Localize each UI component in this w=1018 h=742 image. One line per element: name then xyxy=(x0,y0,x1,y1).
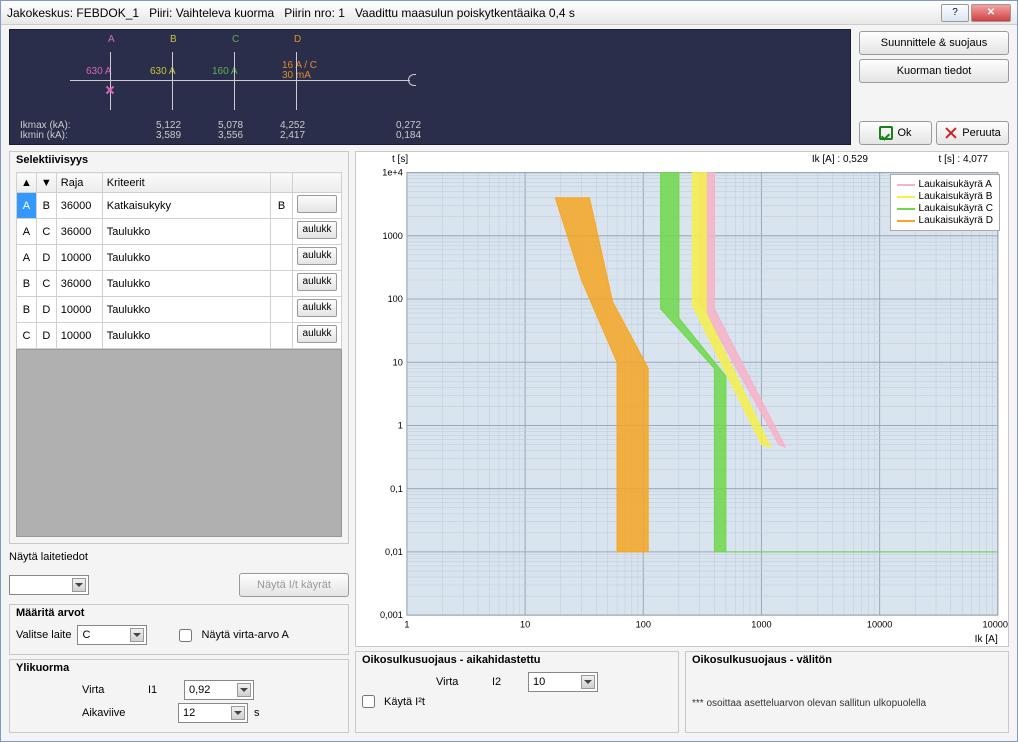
show-curves-button[interactable]: Näytä I/t käyrät xyxy=(239,573,349,597)
sc-delayed-title: Oikosulkusuojaus - aikahidastettu xyxy=(356,652,678,668)
delay-unit: s xyxy=(254,707,260,719)
design-button[interactable]: Suunnittele & suojaus xyxy=(859,31,1009,55)
device-select-small[interactable] xyxy=(9,575,89,595)
title-req: Vaadittu maasulun poiskytkentäaika 0,4 s xyxy=(355,6,575,20)
svg-text:0,01: 0,01 xyxy=(385,547,403,557)
table-row[interactable]: BC36000Taulukkoaulukk xyxy=(17,271,342,297)
cancel-button[interactable]: Peruuta xyxy=(936,121,1009,145)
table-row[interactable]: BD10000Taulukkoaulukk xyxy=(17,297,342,323)
ok-button[interactable]: Ok xyxy=(859,121,932,145)
help-button[interactable]: ? xyxy=(941,4,969,22)
table-row[interactable]: AC36000Taulukkoaulukk xyxy=(17,219,342,245)
delay-select[interactable]: 12 xyxy=(178,703,248,723)
svg-text:10000: 10000 xyxy=(867,619,892,629)
svg-text:100: 100 xyxy=(388,294,403,304)
chevron-down-icon xyxy=(130,628,144,642)
use-i2t-label: Käytä I²t xyxy=(384,696,425,708)
define-title: Määritä arvot xyxy=(10,605,348,621)
sc-instant-group: Oikosulkusuojaus - välitön *** osoittaa … xyxy=(685,651,1009,733)
title-dist: Jakokeskus: FEBDOK_1 xyxy=(7,6,139,20)
i2-label: I2 xyxy=(492,676,522,688)
sc-delayed-group: Oikosulkusuojaus - aikahidastettu Virta … xyxy=(355,651,679,733)
svg-text:1: 1 xyxy=(398,421,403,431)
select-device-label: Valitse laite xyxy=(16,629,71,641)
title-bar: Jakokeskus: FEBDOK_1 Piiri: Vaihteleva k… xyxy=(1,1,1017,25)
chart-cursor-t: t [s] : 4,077 xyxy=(939,154,988,165)
row-action-button[interactable]: aulukk xyxy=(297,221,337,239)
col-a[interactable]: ▲ xyxy=(17,173,37,193)
svg-text:0,1: 0,1 xyxy=(390,484,403,494)
chevron-down-icon xyxy=(72,578,86,592)
col-b[interactable]: ▼ xyxy=(36,173,56,193)
show-current-a-checkbox[interactable] xyxy=(179,629,192,642)
chevron-down-icon xyxy=(581,675,595,689)
check-icon xyxy=(879,126,893,140)
row-action-button[interactable]: aulukk xyxy=(297,299,337,317)
select-device[interactable]: C xyxy=(77,625,147,645)
load-info-button[interactable]: Kuorman tiedot xyxy=(859,59,1009,83)
table-row[interactable]: CD10000Taulukkoaulukk xyxy=(17,323,342,349)
svg-text:100000: 100000 xyxy=(983,619,1008,629)
show-current-a-label: Näytä virta-arvo A xyxy=(201,629,288,641)
selectivity-table: ▲ ▼ Raja Kriteerit AB36000KatkaisukykyBA… xyxy=(16,172,342,349)
virta-label: Virta xyxy=(82,684,142,696)
delay-label: Aikaviive xyxy=(82,707,172,719)
show-dev-label: Näytä laitetiedot xyxy=(9,551,88,563)
svg-text:10: 10 xyxy=(393,357,403,367)
row-action-button[interactable] xyxy=(297,195,337,213)
row-action-button[interactable]: aulukk xyxy=(297,273,337,291)
circuit-diagram: A 630 A .sA::before,.sA::after{backgroun… xyxy=(9,29,851,145)
trip-curve-chart[interactable]: t [s] Ik [A] : 0,529 t [s] : 4,077 11010… xyxy=(355,151,1009,647)
sc-instant-note: *** osoittaa asetteluarvon olevan sallit… xyxy=(692,698,1002,709)
use-i2t-checkbox[interactable] xyxy=(362,695,375,708)
title-cnum: Piirin nro: 1 xyxy=(284,6,345,20)
sc-virta-label: Virta xyxy=(436,676,486,688)
svg-text:1: 1 xyxy=(404,619,409,629)
col-criteria[interactable]: Kriteerit xyxy=(102,173,270,193)
overload-title: Ylikuorma xyxy=(10,660,348,676)
row-action-button[interactable]: aulukk xyxy=(297,325,337,343)
table-empty-area xyxy=(16,349,342,537)
app-window: Jakokeskus: FEBDOK_1 Piiri: Vaihteleva k… xyxy=(0,0,1018,742)
col-limit[interactable]: Raja xyxy=(56,173,102,193)
chart-ylabel: t [s] xyxy=(392,154,408,165)
i1-select[interactable]: 0,92 xyxy=(184,680,254,700)
chevron-down-icon xyxy=(237,683,251,697)
chart-legend: Laukaisukäyrä A Laukaisukäyrä B Laukaisu… xyxy=(890,174,1000,231)
svg-text:0,001: 0,001 xyxy=(380,610,403,620)
selectivity-title: Selektiivisyys xyxy=(10,152,348,168)
row-action-button[interactable]: aulukk xyxy=(297,247,337,265)
table-row[interactable]: AB36000KatkaisukykyB xyxy=(17,193,342,219)
chevron-down-icon xyxy=(231,706,245,720)
svg-text:1000: 1000 xyxy=(751,619,771,629)
svg-text:Ik [A]: Ik [A] xyxy=(975,634,998,645)
svg-text:100: 100 xyxy=(636,619,651,629)
close-button[interactable]: ✕ xyxy=(971,4,1011,22)
chart-cursor-ik: Ik [A] : 0,529 xyxy=(812,154,868,165)
svg-text:1e+4: 1e+4 xyxy=(382,168,403,178)
x-icon xyxy=(944,126,958,140)
sc-instant-title: Oikosulkusuojaus - välitön xyxy=(686,652,1008,668)
svg-text:1000: 1000 xyxy=(382,231,402,241)
i2-select[interactable]: 10 xyxy=(528,672,598,692)
svg-text:10: 10 xyxy=(520,619,530,629)
title-circ: Piiri: Vaihteleva kuorma xyxy=(149,6,274,20)
i1-label: I1 xyxy=(148,684,178,696)
table-row[interactable]: AD10000Taulukkoaulukk xyxy=(17,245,342,271)
